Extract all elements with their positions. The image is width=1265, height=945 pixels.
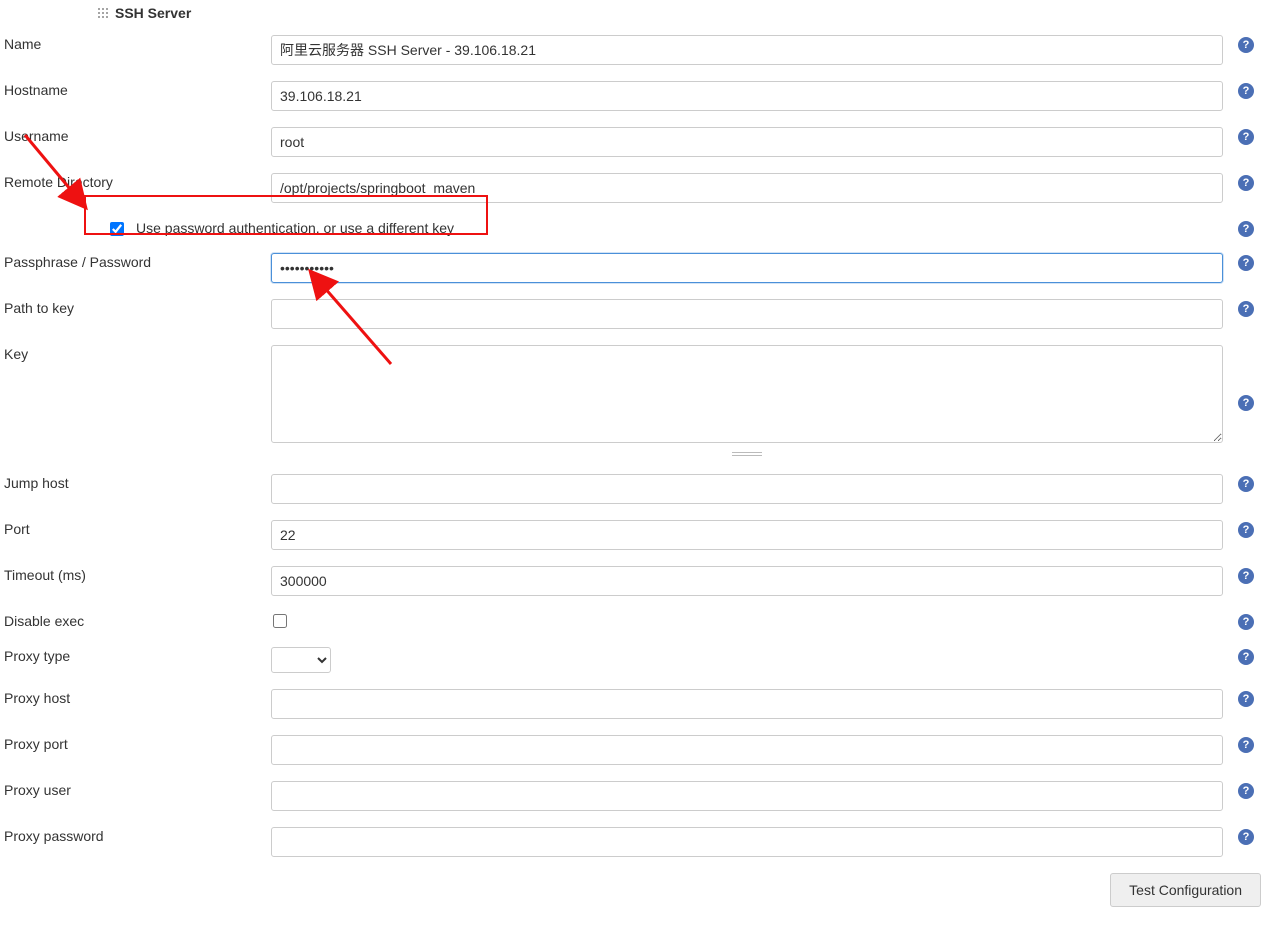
proxy-user-label: Proxy user (4, 782, 71, 798)
timeout-input[interactable] (271, 566, 1223, 596)
username-label: Username (4, 128, 69, 144)
disable-exec-label: Disable exec (4, 613, 84, 629)
hostname-input[interactable] (271, 81, 1223, 111)
help-icon[interactable]: ? (1238, 691, 1254, 707)
help-icon[interactable]: ? (1238, 649, 1254, 665)
jump-host-label: Jump host (4, 475, 69, 491)
help-icon[interactable]: ? (1238, 83, 1254, 99)
name-label: Name (4, 36, 41, 52)
test-configuration-button[interactable]: Test Configuration (1110, 873, 1261, 907)
proxy-type-select[interactable] (271, 647, 331, 673)
help-icon[interactable]: ? (1238, 221, 1254, 237)
username-input[interactable] (271, 127, 1223, 157)
passphrase-label: Passphrase / Password (4, 254, 151, 270)
key-label: Key (4, 346, 28, 362)
help-icon[interactable]: ? (1238, 568, 1254, 584)
port-input[interactable] (271, 520, 1223, 550)
proxy-host-input[interactable] (271, 689, 1223, 719)
section-title: SSH Server (115, 5, 191, 21)
passphrase-input[interactable] (271, 253, 1223, 283)
port-label: Port (4, 521, 30, 537)
proxy-password-label: Proxy password (4, 828, 104, 844)
remote-dir-label: Remote Directory (4, 174, 113, 190)
key-textarea[interactable] (271, 345, 1223, 443)
help-icon[interactable]: ? (1238, 737, 1254, 753)
hostname-label: Hostname (4, 82, 68, 98)
ssh-server-config-panel: SSH Server Name ? Hostname ? Username ? … (0, 0, 1265, 945)
help-icon[interactable]: ? (1238, 614, 1254, 630)
help-icon[interactable]: ? (1238, 37, 1254, 53)
proxy-host-label: Proxy host (4, 690, 70, 706)
help-icon[interactable]: ? (1238, 255, 1254, 271)
path-to-key-label: Path to key (4, 300, 74, 316)
proxy-user-input[interactable] (271, 781, 1223, 811)
help-icon[interactable]: ? (1238, 129, 1254, 145)
remote-dir-input[interactable] (271, 173, 1223, 203)
timeout-label: Timeout (ms) (4, 567, 86, 583)
drag-handle-icon[interactable] (97, 7, 109, 19)
use-password-label: Use password authentication, or use a di… (136, 219, 454, 237)
jump-host-input[interactable] (271, 474, 1223, 504)
disable-exec-checkbox[interactable] (273, 614, 287, 628)
name-input[interactable] (271, 35, 1223, 65)
proxy-type-label: Proxy type (4, 648, 70, 664)
use-password-checkbox[interactable] (110, 222, 124, 236)
help-icon[interactable]: ? (1238, 522, 1254, 538)
proxy-password-input[interactable] (271, 827, 1223, 857)
proxy-port-label: Proxy port (4, 736, 68, 752)
textarea-resize-handle[interactable] (271, 450, 1223, 458)
help-icon[interactable]: ? (1238, 301, 1254, 317)
help-icon[interactable]: ? (1238, 175, 1254, 191)
help-icon[interactable]: ? (1238, 476, 1254, 492)
help-icon[interactable]: ? (1238, 395, 1254, 411)
proxy-port-input[interactable] (271, 735, 1223, 765)
help-icon[interactable]: ? (1238, 783, 1254, 799)
path-to-key-input[interactable] (271, 299, 1223, 329)
help-icon[interactable]: ? (1238, 829, 1254, 845)
